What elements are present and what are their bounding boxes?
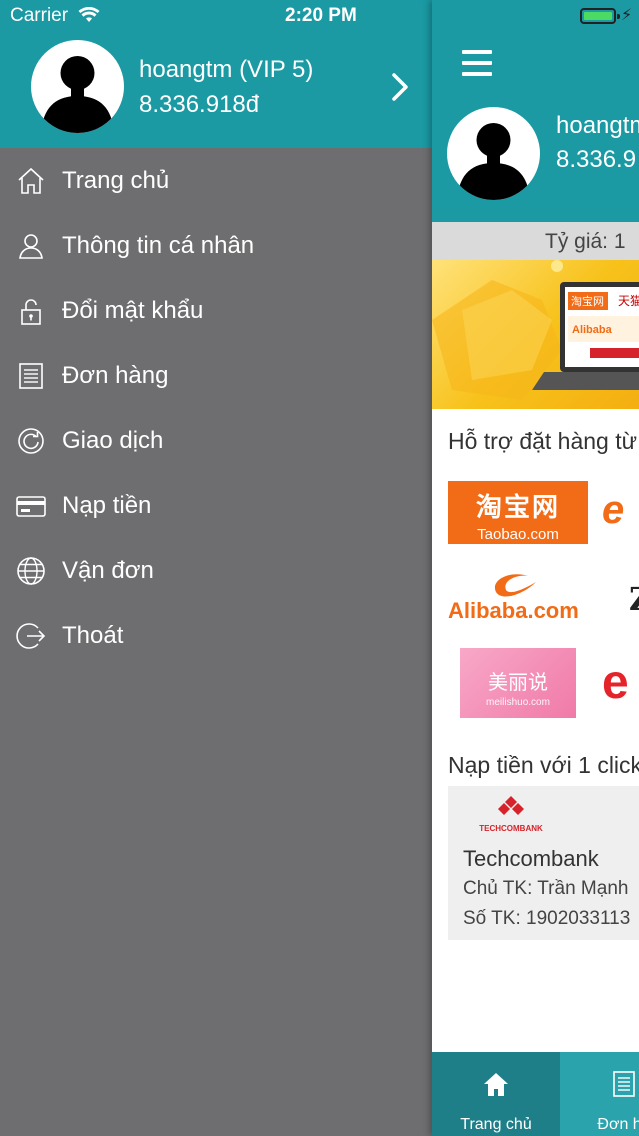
svg-text:天猫: 天猫 bbox=[618, 294, 639, 308]
menu-item-shipping[interactable]: Vận đơn bbox=[0, 538, 432, 603]
techcombank-logo-text: TECHCOMBANK bbox=[479, 824, 543, 833]
main-screen[interactable]: hoangtm 8.336.9 Tỷ giá: 1 淘宝网 天猫 Alibaba… bbox=[432, 0, 639, 1136]
credit-card-icon bbox=[16, 496, 46, 517]
svg-text:Alibaba: Alibaba bbox=[572, 324, 613, 336]
unlock-icon bbox=[21, 299, 41, 325]
side-drawer: hoangtm (VIP 5) 8.336.918đ Trang chủ Thô… bbox=[0, 0, 432, 1136]
home-icon bbox=[484, 1073, 508, 1096]
tab-orders[interactable]: Đơn hà bbox=[560, 1052, 639, 1136]
laptop-illustration: 淘宝网 天猫 Alibaba bbox=[432, 260, 639, 400]
alibaba-logo-text: Alibaba.com bbox=[448, 598, 579, 623]
menu-label: Đổi mật khẩu bbox=[62, 297, 204, 324]
partial-logo[interactable]: e bbox=[602, 655, 629, 710]
user-name: hoangtm bbox=[556, 112, 639, 139]
section-title-topup: Nạp tiền với 1 click bbox=[448, 752, 639, 778]
hamburger-menu-icon[interactable] bbox=[462, 50, 492, 76]
taobao-logo-subtext: Taobao.com bbox=[477, 526, 559, 543]
menu-label: Đơn hàng bbox=[62, 362, 169, 389]
tab-label: Trang chủ bbox=[460, 1116, 532, 1133]
menu-label: Thoát bbox=[62, 622, 124, 649]
menu-item-transactions[interactable]: Giao dịch bbox=[0, 408, 432, 473]
menu-label: Vận đơn bbox=[62, 557, 154, 584]
person-icon bbox=[19, 234, 43, 259]
carrier-label: Carrier bbox=[10, 5, 69, 26]
main-header: hoangtm 8.336.9 bbox=[432, 0, 639, 222]
taobao-logo-text: 淘宝网 bbox=[475, 492, 560, 522]
menu-item-profile[interactable]: Thông tin cá nhân bbox=[0, 213, 432, 278]
globe-icon bbox=[17, 557, 45, 585]
menu-label: Thông tin cá nhân bbox=[62, 232, 255, 259]
bank-card[interactable]: TECHCOMBANK Techcombank Chủ TK: Trần Mạn… bbox=[448, 786, 639, 940]
exchange-rate-text: Tỷ giá: 1 bbox=[545, 230, 626, 253]
avatar bbox=[31, 40, 124, 133]
refresh-icon bbox=[18, 428, 44, 454]
wifi-icon bbox=[78, 6, 100, 29]
menu-item-top-up[interactable]: Nạp tiền bbox=[0, 473, 432, 538]
avatar bbox=[447, 107, 540, 200]
partial-logo[interactable]: Z bbox=[629, 580, 639, 618]
document-list-icon bbox=[613, 1071, 635, 1097]
clock-label: 2:20 PM bbox=[285, 5, 357, 26]
menu-label: Nạp tiền bbox=[62, 492, 152, 519]
menu-item-orders[interactable]: Đơn hàng bbox=[0, 343, 432, 408]
charging-icon: ⚡ bbox=[621, 7, 633, 24]
alibaba-logo[interactable]: Alibaba.com bbox=[448, 570, 592, 630]
section-title-platforms: Hỗ trợ đặt hàng từ bbox=[448, 428, 638, 454]
svg-text:淘宝网: 淘宝网 bbox=[571, 294, 604, 308]
meilishuo-logo-subtext: meilishuo.com bbox=[486, 697, 550, 708]
user-balance: 8.336.918đ bbox=[139, 91, 260, 118]
meilishuo-logo[interactable]: 美丽说 meilishuo.com bbox=[460, 648, 576, 718]
meilishuo-logo-text: 美丽说 bbox=[488, 672, 548, 694]
tmall-logo-partial[interactable]: e bbox=[602, 488, 624, 533]
status-bar: Carrier 2:20 PM ⚡ bbox=[0, 0, 639, 32]
exchange-rate-bar: Tỷ giá: 1 bbox=[432, 222, 639, 260]
home-icon bbox=[18, 167, 44, 194]
tab-bar: Trang chủ Đơn hà bbox=[432, 1052, 639, 1136]
user-balance: 8.336.9 bbox=[556, 146, 637, 173]
bank-name: Techcombank bbox=[463, 846, 599, 871]
bank-account-holder: Chủ TK: Trần Mạnh bbox=[463, 878, 629, 899]
drawer-menu: Trang chủ Thông tin cá nhân Đổi mật khẩu… bbox=[0, 148, 432, 668]
menu-label: Trang chủ bbox=[62, 167, 170, 194]
battery-icon bbox=[580, 8, 620, 24]
document-list-icon bbox=[19, 363, 43, 389]
menu-label: Giao dịch bbox=[62, 427, 164, 454]
menu-item-change-password[interactable]: Đổi mật khẩu bbox=[0, 278, 432, 343]
user-name: hoangtm (VIP 5) bbox=[139, 56, 314, 83]
techcombank-logo: TECHCOMBANK bbox=[478, 796, 544, 833]
tab-label: Đơn hà bbox=[597, 1116, 639, 1133]
menu-item-home[interactable]: Trang chủ bbox=[0, 148, 432, 213]
chevron-right-icon[interactable] bbox=[390, 72, 410, 102]
menu-item-logout[interactable]: Thoát bbox=[0, 603, 432, 668]
promo-banner[interactable]: 淘宝网 天猫 Alibaba bbox=[432, 260, 639, 409]
bank-account-number: Số TK: 1902033113 bbox=[463, 908, 631, 929]
taobao-logo[interactable]: 淘宝网 Taobao.com bbox=[448, 481, 588, 544]
tab-home[interactable]: Trang chủ bbox=[432, 1052, 560, 1136]
logout-icon bbox=[16, 623, 46, 649]
